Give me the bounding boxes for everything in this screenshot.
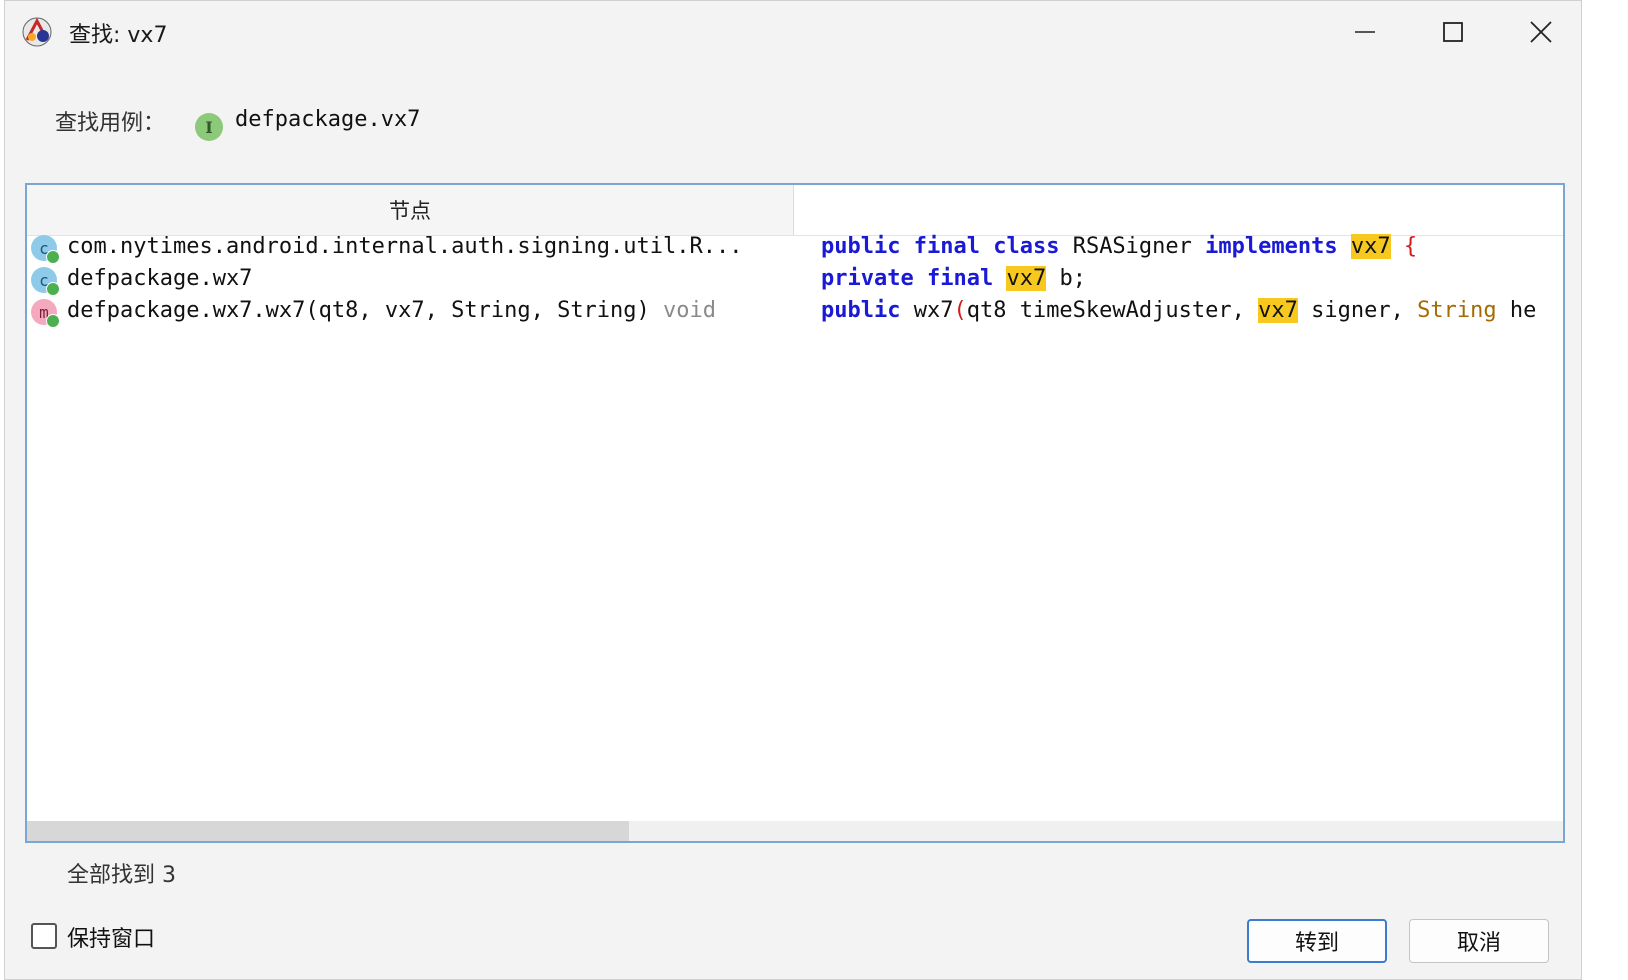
code-token: he [1496, 298, 1537, 323]
result-code-line: private final vx7 b; [821, 263, 1561, 295]
result-node-text: defpackage.wx7.wx7(qt8, vx7, String, Str… [67, 295, 716, 327]
match-highlight: vx7 [1006, 266, 1047, 291]
method-icon: m [31, 299, 60, 328]
maximize-button[interactable] [1409, 1, 1497, 63]
result-row[interactable]: c com.nytimes.android.internal.auth.signi… [27, 231, 1563, 264]
class-icon: c [31, 235, 60, 264]
goto-button[interactable]: 转到 [1247, 919, 1387, 963]
code-token: implements [1205, 234, 1338, 259]
node-name: defpackage.wx7.wx7(qt8, vx7, String, Str… [67, 298, 650, 323]
code-token: final [926, 266, 994, 291]
find-usages-dialog: 查找: vx7 查找用例： I defpackage.vx7 节点 c com.n… [4, 0, 1582, 980]
node-return-type: void [649, 298, 717, 323]
code-token: public [821, 298, 901, 323]
interface-icon: I [195, 113, 223, 141]
class-icon: c [31, 267, 60, 296]
column-header-code[interactable] [794, 185, 1563, 236]
code-token: private [821, 266, 914, 291]
scrollbar-thumb[interactable] [27, 821, 629, 841]
horizontal-scrollbar[interactable] [27, 821, 1563, 841]
code-token: public [821, 234, 901, 259]
code-token: { [1403, 234, 1418, 259]
result-code-line: public wx7(qt8 timeSkewAdjuster, vx7 sig… [821, 295, 1561, 327]
code-token: qt8 timeSkewAdjuster, [966, 298, 1259, 323]
code-token: String [1417, 298, 1497, 323]
jadx-app-icon [22, 17, 52, 47]
code-token: b; [1046, 266, 1086, 291]
match-highlight: vx7 [1350, 234, 1391, 259]
minimize-button[interactable] [1321, 1, 1409, 63]
search-target: defpackage.vx7 [235, 107, 421, 132]
window-title: 查找: vx7 [69, 23, 168, 48]
cancel-button[interactable]: 取消 [1409, 919, 1549, 963]
find-usages-label: 查找用例： [55, 111, 166, 136]
keep-window-label[interactable]: 保持窗口 [67, 921, 155, 953]
result-code-line: public final class RSASigner implements … [821, 231, 1561, 263]
result-row[interactable]: m defpackage.wx7.wx7(qt8, vx7, String, St… [27, 295, 1563, 328]
public-visibility-icon [46, 282, 60, 296]
node-name: com.nytimes.android.internal.auth.signin… [67, 234, 743, 259]
code-token: ( [953, 298, 967, 323]
background-strip [1582, 0, 1628, 980]
match-highlight: vx7 [1258, 298, 1298, 323]
node-name: defpackage.wx7 [67, 266, 253, 291]
result-row[interactable]: c defpackage.wx7 private final vx7 b; [27, 263, 1563, 296]
code-token: class [993, 234, 1060, 259]
results-table[interactable]: 节点 c com.nytimes.android.internal.auth.si… [25, 183, 1565, 843]
public-visibility-icon [46, 314, 60, 328]
close-button[interactable] [1497, 1, 1585, 63]
keep-window-checkbox[interactable] [31, 923, 57, 949]
maximize-icon [1443, 22, 1463, 42]
code-token: wx7 [900, 298, 954, 323]
minimize-icon [1355, 31, 1375, 33]
code-token: signer, [1297, 298, 1418, 323]
column-header-node[interactable]: 节点 [27, 185, 794, 236]
close-icon [1530, 21, 1552, 43]
public-visibility-icon [46, 250, 60, 264]
code-token: final [913, 234, 980, 259]
title-bar[interactable]: 查找: vx7 [5, 1, 1581, 63]
found-count: 全部找到 3 [67, 863, 176, 888]
result-node-text: defpackage.wx7 [67, 263, 252, 295]
code-token: RSASigner [1059, 234, 1206, 259]
result-node-text: com.nytimes.android.internal.auth.signin… [67, 231, 743, 263]
